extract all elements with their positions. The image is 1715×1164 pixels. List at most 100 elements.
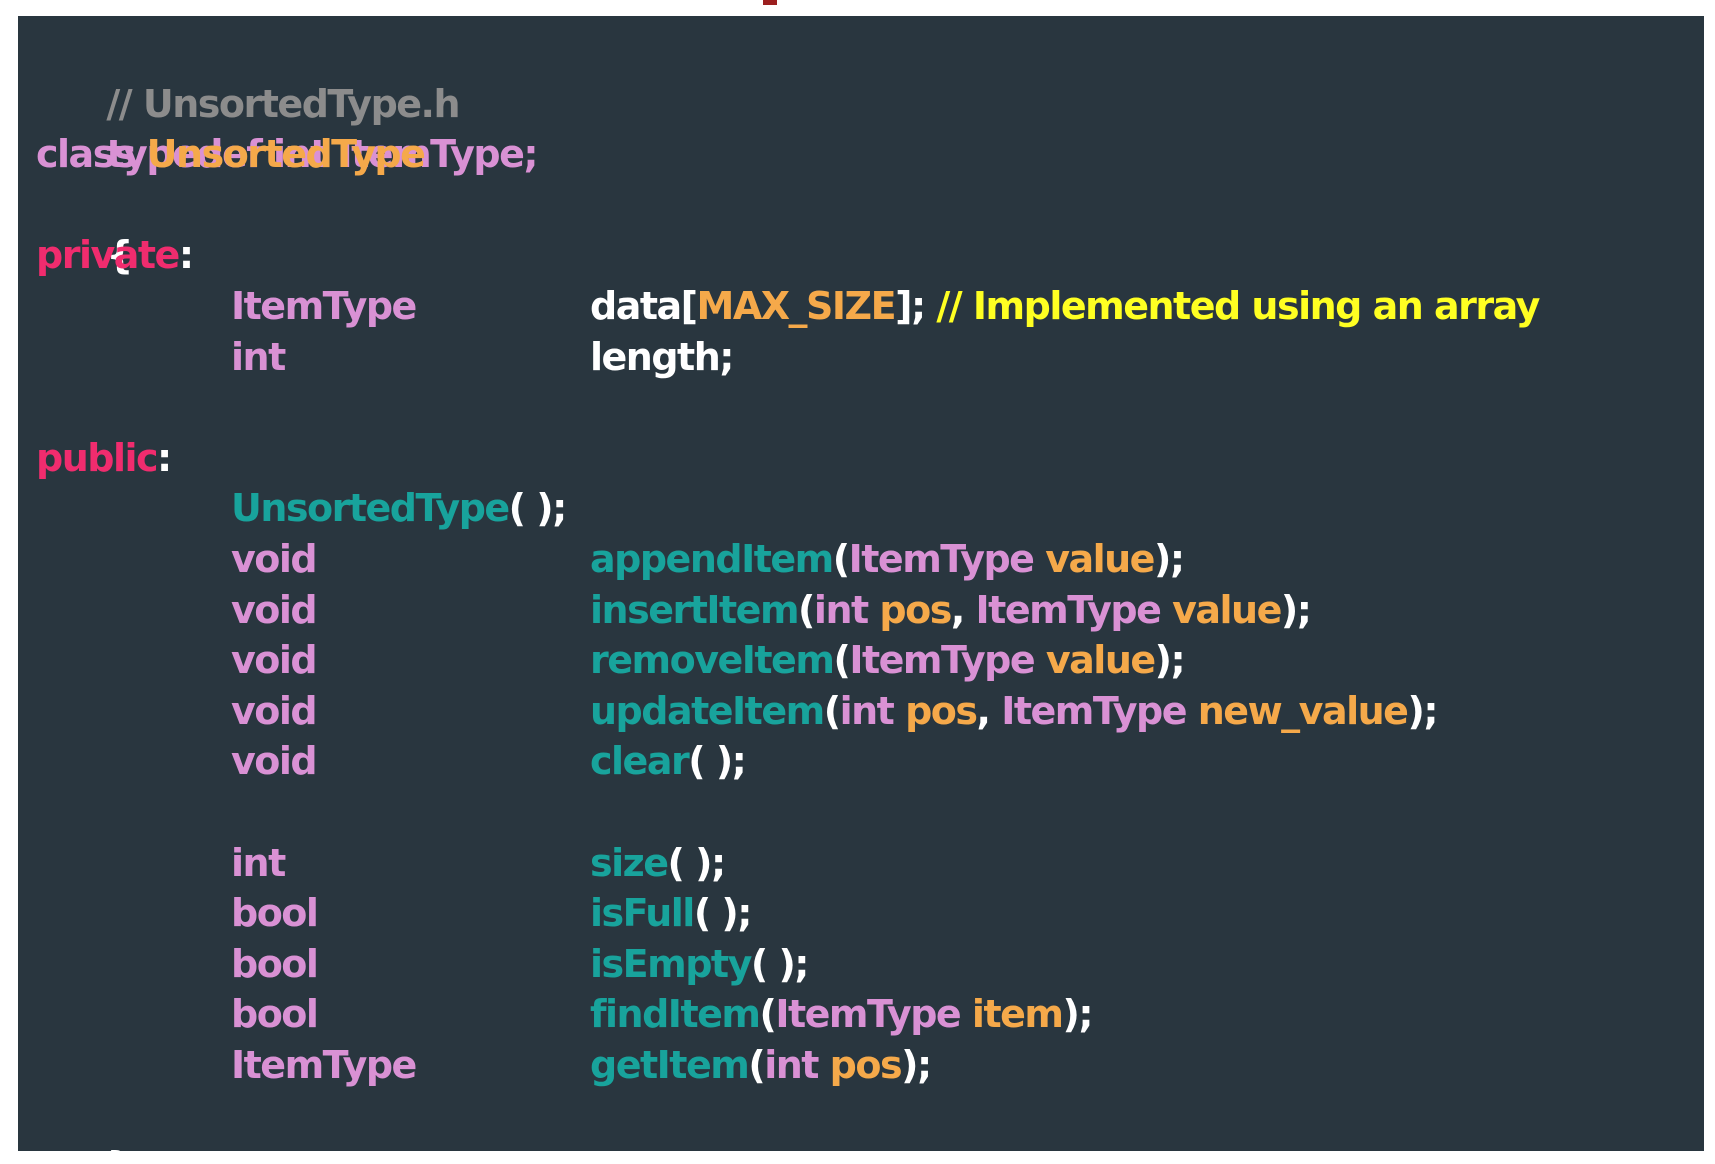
code-panel: // UnsortedType.h typedef int ItemType; …	[18, 16, 1704, 1164]
constructor-suffix: ( );	[508, 486, 568, 531]
method-signature: clear( );	[590, 736, 747, 787]
param-type: ItemType	[1001, 688, 1187, 733]
member-declaration: data[MAX_SIZE]; // Implemented using an …	[590, 281, 1540, 332]
param-name: value	[1172, 587, 1282, 632]
bracket-open: [	[680, 283, 698, 328]
method-signature: getItem(int pos);	[590, 1040, 932, 1091]
bracket-close: ];	[895, 283, 926, 328]
method-end: );	[1280, 587, 1312, 632]
method-end: ( );	[693, 891, 753, 936]
method-name: size	[590, 840, 669, 885]
code-line-member-data: ItemType data[MAX_SIZE]; // Implemented …	[36, 281, 1704, 332]
paren-open: (	[823, 688, 841, 733]
return-type: void	[231, 638, 318, 683]
close-brace: };	[106, 1144, 147, 1164]
max-size-macro: MAX_SIZE	[696, 283, 897, 328]
paren-open: (	[832, 536, 850, 581]
code-line-public: public:	[36, 433, 1704, 484]
code-line-query: bool isFull( );	[36, 888, 1704, 939]
return-type: bool	[231, 941, 319, 986]
code-line-member-length: int length;	[36, 332, 1704, 383]
code-line-typedef: typedef int ItemType;	[36, 79, 1704, 176]
paren-open: (	[748, 1042, 765, 1087]
method-signature: removeItem(ItemType value);	[590, 635, 1186, 686]
inline-comment: // Implemented using an array	[936, 283, 1540, 328]
method-end: );	[1407, 688, 1438, 733]
method-end: );	[901, 1042, 932, 1087]
return-type: bool	[231, 992, 319, 1037]
param-separator: ,	[950, 587, 965, 632]
constructor-declaration: UnsortedType( );	[231, 483, 568, 534]
param-name: item	[971, 992, 1064, 1037]
code-line-file-comment: // UnsortedType.h	[36, 28, 1704, 126]
method-signature: size( );	[590, 838, 727, 889]
param-type: ItemType	[848, 536, 1035, 581]
return-type: void	[231, 739, 318, 784]
member-name: length;	[590, 334, 734, 379]
code-line-private: private:	[36, 230, 1704, 281]
method-end: ( );	[750, 941, 810, 986]
return-type: void	[231, 536, 318, 581]
code-line-open-brace: {	[36, 180, 1704, 277]
param-name: pos	[879, 587, 952, 632]
method-end: ( );	[667, 840, 727, 885]
param-type: int	[764, 1042, 819, 1087]
paren-open: (	[833, 638, 850, 683]
method-end: ( );	[688, 739, 747, 784]
param-separator: ,	[976, 688, 991, 733]
method-signature: findItem(ItemType item);	[590, 989, 1094, 1040]
code-line-class: class UnsortedType	[36, 129, 1704, 180]
method-name: isFull	[590, 891, 695, 936]
method-signature: isFull( );	[590, 888, 753, 939]
method-end: );	[1154, 638, 1186, 683]
code-line-close-brace: };	[36, 1090, 1704, 1164]
method-end: );	[1153, 536, 1185, 581]
class-name: UnsortedType	[146, 132, 426, 177]
param-name: pos	[829, 1042, 903, 1087]
method-name: appendItem	[590, 536, 834, 581]
param-type: ItemType	[849, 638, 1035, 683]
method-signature: updateItem(int pos, ItemType new_value);	[590, 686, 1439, 737]
return-type: void	[231, 688, 318, 733]
method-name: clear	[590, 739, 690, 784]
member-type: ItemType	[231, 283, 417, 328]
method-name: getItem	[590, 1042, 750, 1087]
code-line-query: bool isEmpty( );	[36, 939, 1704, 990]
method-name: updateItem	[590, 688, 825, 733]
code-line-method: void insertItem(int pos, ItemType value)…	[36, 585, 1704, 636]
public-colon: :	[157, 435, 172, 480]
constructor-name: UnsortedType	[231, 486, 510, 531]
code-line-query: ItemType getItem(int pos);	[36, 1040, 1704, 1091]
param-type: ItemType	[975, 587, 1162, 632]
title-accent-mark	[763, 0, 777, 5]
return-type: void	[231, 587, 318, 632]
public-label: public	[36, 435, 159, 480]
method-name: removeItem	[590, 638, 835, 683]
class-keyword: class	[36, 132, 136, 177]
return-type: ItemType	[231, 1042, 417, 1087]
paren-open: (	[798, 587, 815, 632]
param-name: new_value	[1197, 688, 1409, 733]
param-name: value	[1045, 638, 1156, 683]
param-type: ItemType	[775, 992, 961, 1037]
param-name: value	[1045, 536, 1155, 581]
param-type: int	[839, 688, 895, 733]
method-signature: insertItem(int pos, ItemType value);	[590, 585, 1312, 636]
code-line-method: void clear( );	[36, 736, 1704, 787]
return-type: bool	[231, 891, 319, 936]
private-label: private	[36, 233, 180, 278]
slide: // UnsortedType.h typedef int ItemType; …	[0, 0, 1715, 1164]
code-line-method: void updateItem(int pos, ItemType new_va…	[36, 686, 1704, 737]
method-end: );	[1062, 992, 1093, 1037]
code-line-constructor: UnsortedType( );	[36, 483, 1704, 534]
method-name: isEmpty	[590, 941, 752, 986]
code-line-query: bool findItem(ItemType item);	[36, 989, 1704, 1040]
code-line-method: void removeItem(ItemType value);	[36, 635, 1704, 686]
return-type: int	[231, 840, 286, 885]
code-line-method: void appendItem(ItemType value);	[36, 534, 1704, 585]
member-type: int	[231, 334, 286, 379]
paren-open: (	[759, 992, 776, 1037]
code-line-query: int size( );	[36, 838, 1704, 889]
